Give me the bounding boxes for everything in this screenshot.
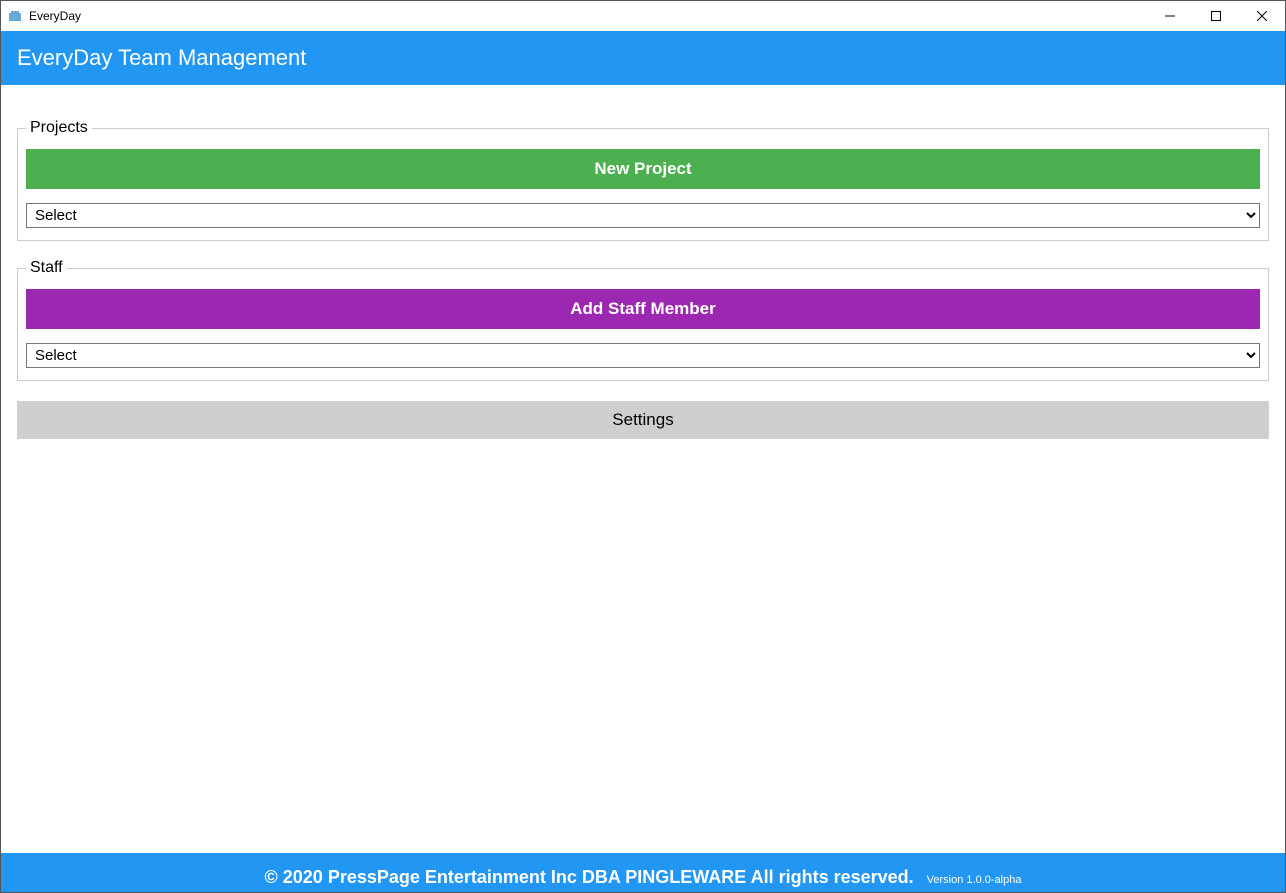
window-title: EveryDay	[29, 9, 81, 23]
staff-group: Staff Add Staff Member Select	[17, 259, 1269, 381]
footer-version: Version 1.0.0-alpha	[927, 874, 1022, 886]
footer: © 2020 PressPage Entertainment Inc DBA P…	[1, 853, 1285, 892]
staff-legend: Staff	[26, 259, 67, 277]
footer-copyright: © 2020 PressPage Entertainment Inc DBA P…	[265, 867, 914, 887]
settings-button[interactable]: Settings	[17, 401, 1269, 439]
projects-group: Projects New Project Select	[17, 119, 1269, 241]
add-staff-button[interactable]: Add Staff Member	[26, 289, 1260, 329]
projects-legend: Projects	[26, 119, 92, 137]
maximize-button[interactable]	[1193, 1, 1239, 31]
window-controls	[1147, 1, 1285, 31]
page-title: EveryDay Team Management	[17, 45, 306, 70]
new-project-button[interactable]: New Project	[26, 149, 1260, 189]
main-content: Projects New Project Select Staff Add St…	[1, 85, 1285, 853]
minimize-button[interactable]	[1147, 1, 1193, 31]
close-button[interactable]	[1239, 1, 1285, 31]
project-select[interactable]: Select	[26, 203, 1260, 228]
window-titlebar: EveryDay	[1, 1, 1285, 31]
app-icon	[7, 8, 23, 24]
staff-select[interactable]: Select	[26, 343, 1260, 368]
page-header: EveryDay Team Management	[1, 31, 1285, 85]
